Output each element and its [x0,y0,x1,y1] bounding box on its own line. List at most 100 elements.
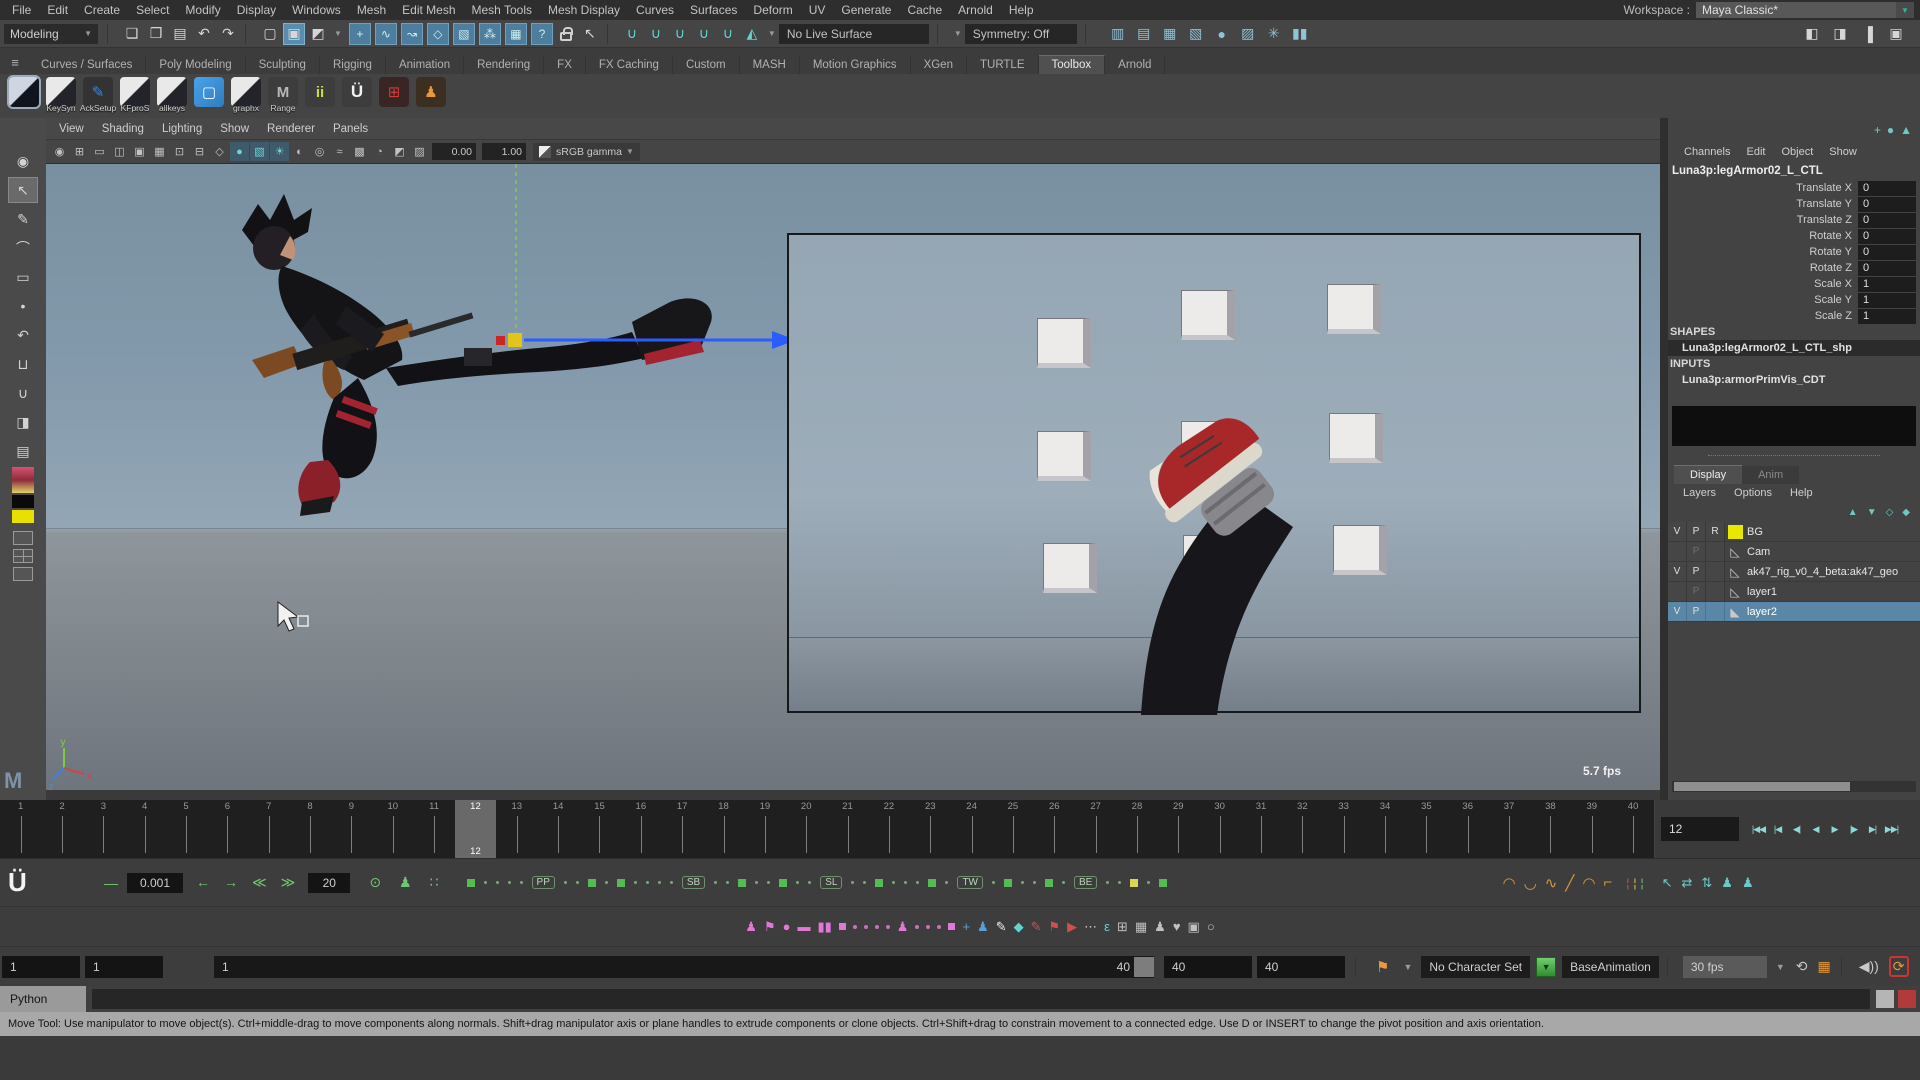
snapshot-camera-icon[interactable]: ◨ [8,409,38,435]
channel-box-menu-item[interactable]: Show [1821,146,1865,158]
walk-cycle-icon[interactable]: ♟ [1154,919,1166,935]
timeline-frame-cell[interactable]: 14 [537,800,578,858]
playback-start-field[interactable]: 1 [85,956,163,978]
magnify-icon[interactable]: ○ [1207,919,1215,934]
timeline-frame-cell[interactable]: 27 [1075,800,1116,858]
track-marker[interactable] [863,881,866,884]
timeline-frame-cell[interactable]: 37 [1488,800,1529,858]
mute-audio-icon[interactable]: ◀)) [1859,958,1879,975]
shelf-button-icon[interactable] [9,77,39,107]
timeline-frame-cell[interactable]: 28 [1116,800,1157,858]
timeline-frame-cell[interactable]: 20 [786,800,827,858]
pink-dot-marker[interactable] [926,925,930,929]
shelf-tab[interactable]: Custom [673,56,740,74]
lights-icon[interactable]: ☀ [270,142,289,161]
ipr-render-icon[interactable]: ▦ [1159,23,1181,45]
redo-icon[interactable]: ↷ [217,23,239,45]
layer-name[interactable]: ak47_rig_v0_4_beta:ak47_geo [1745,566,1898,578]
xray-icon[interactable]: ▨ [410,142,429,161]
layer-display-type-toggle[interactable] [1706,602,1725,621]
dock-scrollbar[interactable] [1672,781,1916,792]
layer-panel-menu-item[interactable]: Options [1725,487,1781,499]
camera-pip-panel[interactable] [787,233,1641,713]
grid-icon[interactable]: ⊞ [70,142,89,161]
track-marker[interactable] [520,881,523,884]
speed-field[interactable]: 0.001 [127,873,183,893]
minus-icon[interactable]: — [104,875,118,891]
more-options-icon[interactable]: ⋯ [1084,919,1097,935]
layer-color-swatch[interactable]: ◣ [1725,602,1745,621]
clipboard-icon[interactable]: ▤ [8,438,38,464]
track-marker[interactable]: SB [682,876,705,889]
timeline-frame-cell[interactable]: 9 [331,800,372,858]
field-chart-icon[interactable]: ▦ [150,142,169,161]
play-forwards-button[interactable]: ▶ [1825,818,1844,840]
pink-dot-marker[interactable] [875,925,879,929]
color-swatch-yellow[interactable] [12,510,34,523]
shadows-icon[interactable]: ◐ [290,142,309,161]
workspace-dropdown[interactable]: Maya Classic* [1696,2,1896,18]
playblast-clip-icon[interactable]: ▦ [1817,958,1830,975]
track-marker[interactable] [1004,879,1012,887]
shelf-tab[interactable]: Rendering [464,56,544,74]
shelf-tab[interactable]: FX Caching [586,56,673,74]
step-fwd-key-button[interactable]: |▶ [1844,818,1863,840]
retarget-arrows-icon[interactable]: ⇅ [1701,875,1712,891]
menu-item[interactable]: Modify [177,3,228,17]
pink-square-marker[interactable] [948,923,955,930]
display-layer-row[interactable]: V P R BG [1668,522,1920,542]
shelf-button[interactable]: ✎ AckSetup [80,77,116,113]
character-pink-icon[interactable]: ♟ [745,919,757,935]
track-marker[interactable] [588,879,596,887]
layer-color-swatch[interactable] [1725,522,1745,541]
range-slider[interactable]: 1 40 [214,956,1154,978]
character-icon[interactable]: ♟ [399,874,412,891]
pink-dot-marker[interactable] [886,925,890,929]
character-pose-icon[interactable]: ♟ [1721,875,1733,891]
pose-marker-track[interactable]: PPSBSLTWBE [467,876,1487,889]
track-marker[interactable] [714,881,717,884]
menu-item[interactable]: Arnold [950,3,1001,17]
track-marker[interactable] [1118,881,1121,884]
go-to-start-button[interactable]: |◀◀ [1749,818,1768,840]
bars-pink-icon[interactable]: ▮▮ [817,919,831,935]
attribute-value-field[interactable]: 1 [1858,309,1916,324]
timeline-frame-cell[interactable]: 21 [827,800,868,858]
track-marker[interactable] [634,881,637,884]
undo-history-icon[interactable]: ↶ [8,322,38,348]
shelf-button[interactable]: M Range [265,77,301,113]
track-marker[interactable] [904,881,907,884]
flag-red-icon[interactable]: ⚑ [1049,919,1061,935]
undo-icon[interactable]: ↶ [193,23,215,45]
track-marker[interactable] [1159,879,1167,887]
layer-name[interactable]: layer2 [1745,606,1777,618]
shelf-button-icon[interactable]: ▢ [194,77,224,107]
pose-blue-icon[interactable]: ♟ [977,919,989,935]
paint-select-icon[interactable]: ✎ [8,206,38,232]
swap-arrows-icon[interactable]: ⇄ [1681,875,1692,891]
curve-tool-icon[interactable]: ∿ [375,23,397,45]
shelf-button[interactable]: ▢ [191,77,227,113]
layer-visibility-toggle[interactable]: V [1668,562,1687,581]
pause-viewport-icon[interactable]: ▮▮ [1289,23,1311,45]
track-marker[interactable] [1130,879,1138,887]
gamma-field[interactable]: 1.00 [482,143,526,160]
green-marker-icon[interactable]: ¦ [1640,876,1643,890]
cube-icon[interactable]: ▣ [1188,919,1200,935]
soft-select-icon[interactable]: • [8,293,38,319]
track-marker[interactable] [726,881,729,884]
pencil-red-icon[interactable]: ✎ [1031,919,1042,935]
play-backwards-button[interactable]: ◀ [1806,818,1825,840]
help-tool-icon[interactable]: ? [531,23,553,45]
shelf-tab[interactable]: Arnold [1105,56,1165,74]
attribute-label[interactable]: Scale Y [1668,294,1858,306]
anim-layer-field[interactable]: BaseAnimation [1562,956,1659,978]
menu-set-dropdown[interactable]: Modeling▼ [4,24,98,44]
shelf-tab[interactable]: Rigging [320,56,386,74]
timeline-frame-cell[interactable]: 11 [413,800,454,858]
track-marker[interactable] [945,881,948,884]
shelf-button[interactable]: ⊞ [376,77,412,113]
snap-to-curves-icon[interactable]: ∪ [645,23,667,45]
toggle-modeling-toolkit-icon[interactable]: ▣ [1885,23,1907,45]
display-layer-row[interactable]: P ◺ Cam [1668,542,1920,562]
